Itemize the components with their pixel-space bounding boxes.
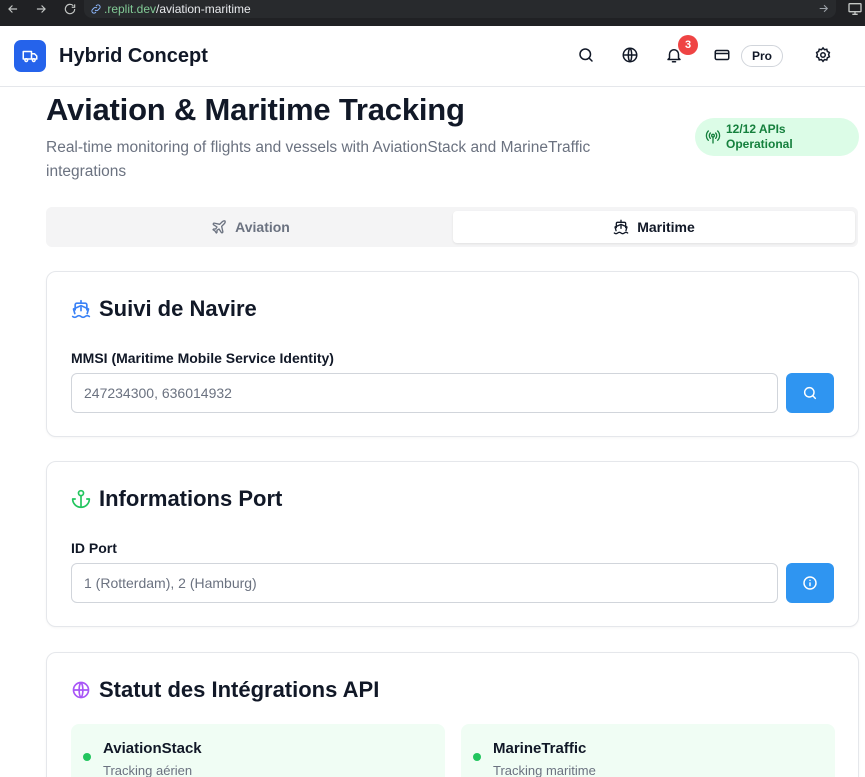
anchor-icon [71,489,91,509]
search-icon [803,386,817,400]
port-card-title-text: Informations Port [99,486,283,511]
globe-icon[interactable] [621,46,639,64]
vessel-card-title: Suivi de Navire [71,296,257,322]
integrations-card-title: Statut des Intégrations API [71,677,379,703]
browser-toolbar: .replit.dev/aviation-maritime [0,0,865,26]
tracking-tabs: Aviation Maritime [46,207,858,247]
mmsi-input[interactable] [71,373,778,413]
api-status-badge: 12/12 APIs Operational [695,118,859,156]
integrations-card-title-text: Statut des Intégrations API [99,677,380,702]
url-path: /aviation-maritime [156,2,251,16]
tab-aviation-label: Aviation [235,219,290,235]
port-info-button[interactable] [786,563,834,603]
mmsi-label: MMSI (Maritime Mobile Service Identity) [71,350,334,366]
tab-maritime[interactable]: Maritime [453,211,855,243]
reload-icon[interactable] [57,0,83,22]
integration-description: Tracking aérien [103,763,193,777]
site-info-icon[interactable] [90,3,102,15]
ship-icon [613,219,629,235]
credit-card-icon[interactable] [713,46,731,64]
port-id-label: ID Port [71,540,117,556]
address-bar[interactable]: .replit.dev/aviation-maritime [84,0,836,18]
integration-description: Tracking maritime [493,763,596,777]
port-info-card: Informations Port ID Port [46,461,859,627]
api-status-label: Operational [726,137,793,151]
back-icon[interactable] [0,0,26,22]
info-icon [803,576,817,590]
port-id-input[interactable] [71,563,778,603]
integration-name: AviationStack [103,740,202,757]
url-host: .replit.dev [104,2,157,16]
page-subtitle: Real-time monitoring of flights and vess… [46,139,591,180]
globe-icon [72,681,90,699]
monitor-icon[interactable] [847,1,863,17]
search-icon[interactable] [577,46,595,64]
status-dot [473,753,481,761]
integration-aviationstack: AviationStack Tracking aérien [71,724,445,777]
broadcast-icon [705,130,721,144]
api-status-count: 12/12 APIs [726,122,786,136]
tab-aviation[interactable]: Aviation [50,211,451,243]
ship-icon [71,299,91,319]
notification-badge: 3 [678,35,698,55]
status-dot [83,753,91,761]
integrations-status-card: Statut des Intégrations API AviationStac… [46,652,859,777]
integration-marinetraffic: MarineTraffic Tracking maritime [461,724,835,777]
app-header: Hybrid Concept 3 Pro [0,26,865,87]
plane-icon [212,220,226,234]
page-title: Aviation & Maritime Tracking [46,92,465,127]
truck-logo-icon[interactable] [14,40,46,72]
gear-icon[interactable] [814,46,832,64]
port-card-title: Informations Port [71,486,282,512]
search-vessel-button[interactable] [786,373,834,413]
go-arrow-icon[interactable] [817,2,830,15]
app-title[interactable]: Hybrid Concept [59,45,208,68]
vessel-tracking-card: Suivi de Navire MMSI (Maritime Mobile Se… [46,271,859,437]
forward-icon[interactable] [28,0,54,22]
plan-badge[interactable]: Pro [741,45,783,67]
tab-maritime-label: Maritime [637,219,695,235]
integration-name: MarineTraffic [493,740,587,757]
vessel-card-title-text: Suivi de Navire [99,296,257,321]
